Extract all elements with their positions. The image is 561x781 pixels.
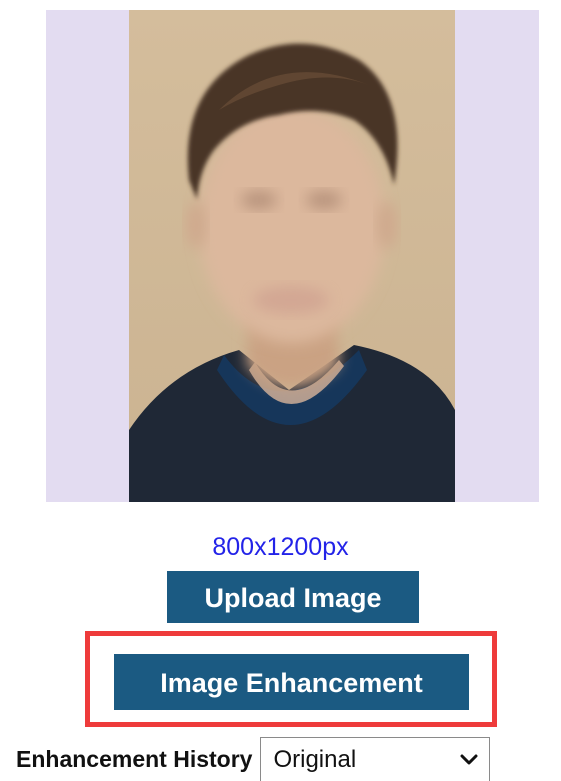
history-selected-value: Original: [273, 745, 357, 773]
image-enhancement-button[interactable]: Image Enhancement: [114, 654, 469, 710]
enhancement-history-label: Enhancement History: [16, 745, 253, 772]
enhancement-history-row: Enhancement History Original: [16, 737, 491, 781]
portrait-photo: [129, 10, 455, 502]
upload-image-button[interactable]: Upload Image: [167, 571, 419, 623]
chevron-down-icon: [459, 750, 479, 770]
image-preview: [46, 10, 539, 502]
enhancement-history-select[interactable]: Original: [260, 737, 491, 781]
image-size-label: 800x1200px: [212, 533, 349, 561]
